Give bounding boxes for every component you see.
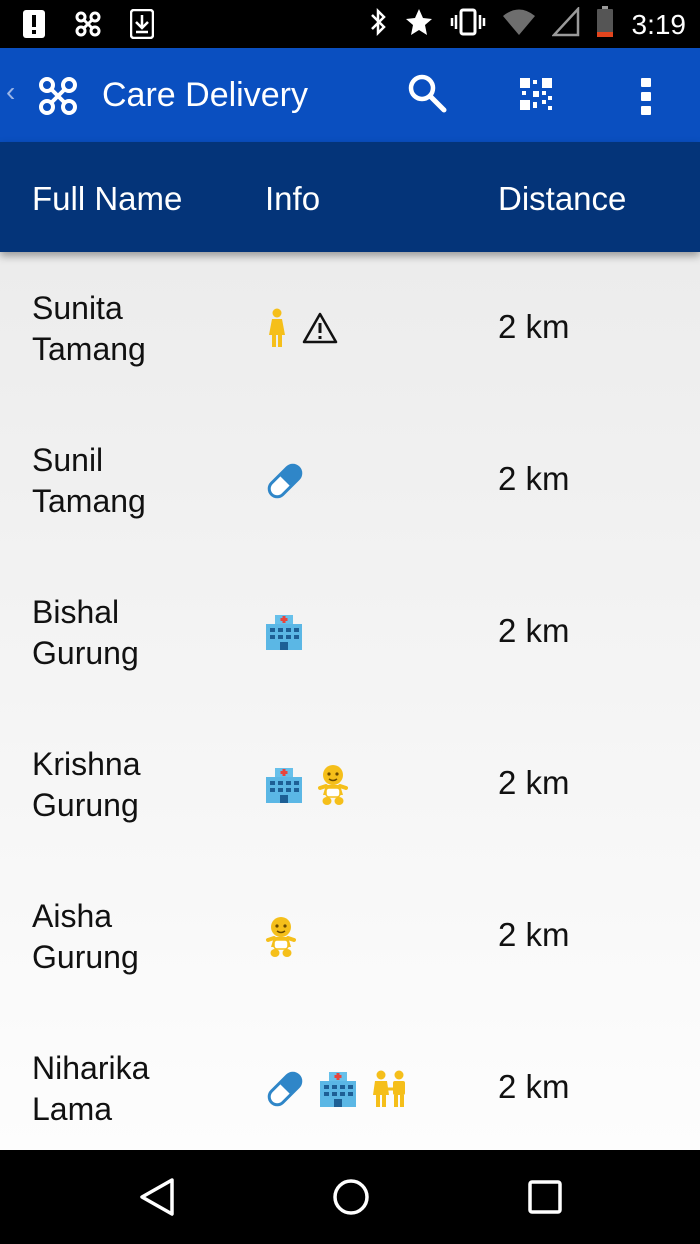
table-row[interactable]: Niharika Lama 2 km [0,1012,700,1150]
alert-icon [22,9,46,44]
home-icon[interactable] [331,1176,371,1223]
search-icon[interactable] [406,72,448,119]
hospital-icon [318,1069,358,1114]
table-row[interactable]: Sunil Tamang 2 km [0,404,700,556]
signal-icon [550,5,580,42]
up-chevron-icon[interactable]: ‹ [6,76,15,108]
distance: 2 km [498,764,570,801]
hospital-icon [264,612,304,657]
status-bar-left [22,8,155,45]
column-header-distance[interactable]: Distance [498,180,626,218]
first-name: Niharika [32,1050,150,1086]
more-vert-icon[interactable] [636,74,656,123]
full-name: Niharika Lama [32,1048,149,1130]
table-header: Full Name Info Distance [0,142,700,252]
baby-icon [264,916,298,963]
first-name: Sunita [32,290,123,326]
qr-code-icon[interactable] [520,78,552,115]
info-icons [264,460,306,507]
info-icons [264,308,338,353]
info-icons [264,1068,410,1115]
info-icons [264,612,304,657]
clock-time: 3:19 [631,8,687,40]
status-bar-right: 3:19 [368,5,687,43]
info-icons [264,916,298,963]
table-row[interactable]: Sunita Tamang 2 km [0,252,700,404]
column-header-info[interactable]: Info [265,180,320,218]
app-notification-icon [72,8,104,45]
full-name: Krishna Gurung [32,744,141,826]
last-name: Tamang [32,331,146,367]
navigation-bar [0,1150,700,1244]
family-icon [370,1069,410,1114]
pregnant-woman-icon [264,308,290,353]
star-icon [404,7,434,42]
recents-icon[interactable] [526,1176,566,1223]
patient-list[interactable]: Sunita Tamang 2 km Sunil Tamang 2 km Bishal Gur… [0,252,700,1150]
last-name: Lama [32,1091,113,1127]
app-title: Care Delivery [102,76,308,114]
pill-icon [264,1068,306,1115]
wifi-icon [502,7,536,42]
last-name: Gurung [32,635,139,671]
first-name: Sunil [32,442,104,478]
table-row[interactable]: Bishal Gurung 2 km [0,556,700,708]
hospital-icon [264,765,304,810]
last-name: Tamang [32,483,146,519]
column-header-full-name[interactable]: Full Name [32,180,182,218]
full-name: Sunita Tamang [32,288,146,370]
app-bar: ‹ Care Delivery [0,48,700,142]
app-logo-icon[interactable] [36,74,80,123]
table-row[interactable]: Aisha Gurung 2 km [0,860,700,1012]
battery-icon [596,6,614,43]
pill-icon [264,460,306,507]
first-name: Aisha [32,898,113,934]
status-bar: 3:19 [0,0,700,48]
baby-icon [316,764,350,811]
distance: 2 km [498,1068,570,1105]
download-icon [129,8,155,44]
distance: 2 km [498,308,570,345]
table-row[interactable]: Krishna Gurung 2 km [0,708,700,860]
first-name: Bishal [32,594,120,630]
warning-icon [302,311,338,350]
distance: 2 km [498,460,570,497]
distance: 2 km [498,916,570,953]
bluetooth-icon [368,7,388,42]
full-name: Aisha Gurung [32,896,139,978]
info-icons [264,764,350,811]
vibrate-icon [450,7,486,42]
back-icon[interactable] [138,1176,178,1223]
distance: 2 km [498,612,570,649]
first-name: Krishna [32,746,141,782]
last-name: Gurung [32,787,139,823]
full-name: Bishal Gurung [32,592,139,674]
last-name: Gurung [32,939,139,975]
full-name: Sunil Tamang [32,440,146,522]
